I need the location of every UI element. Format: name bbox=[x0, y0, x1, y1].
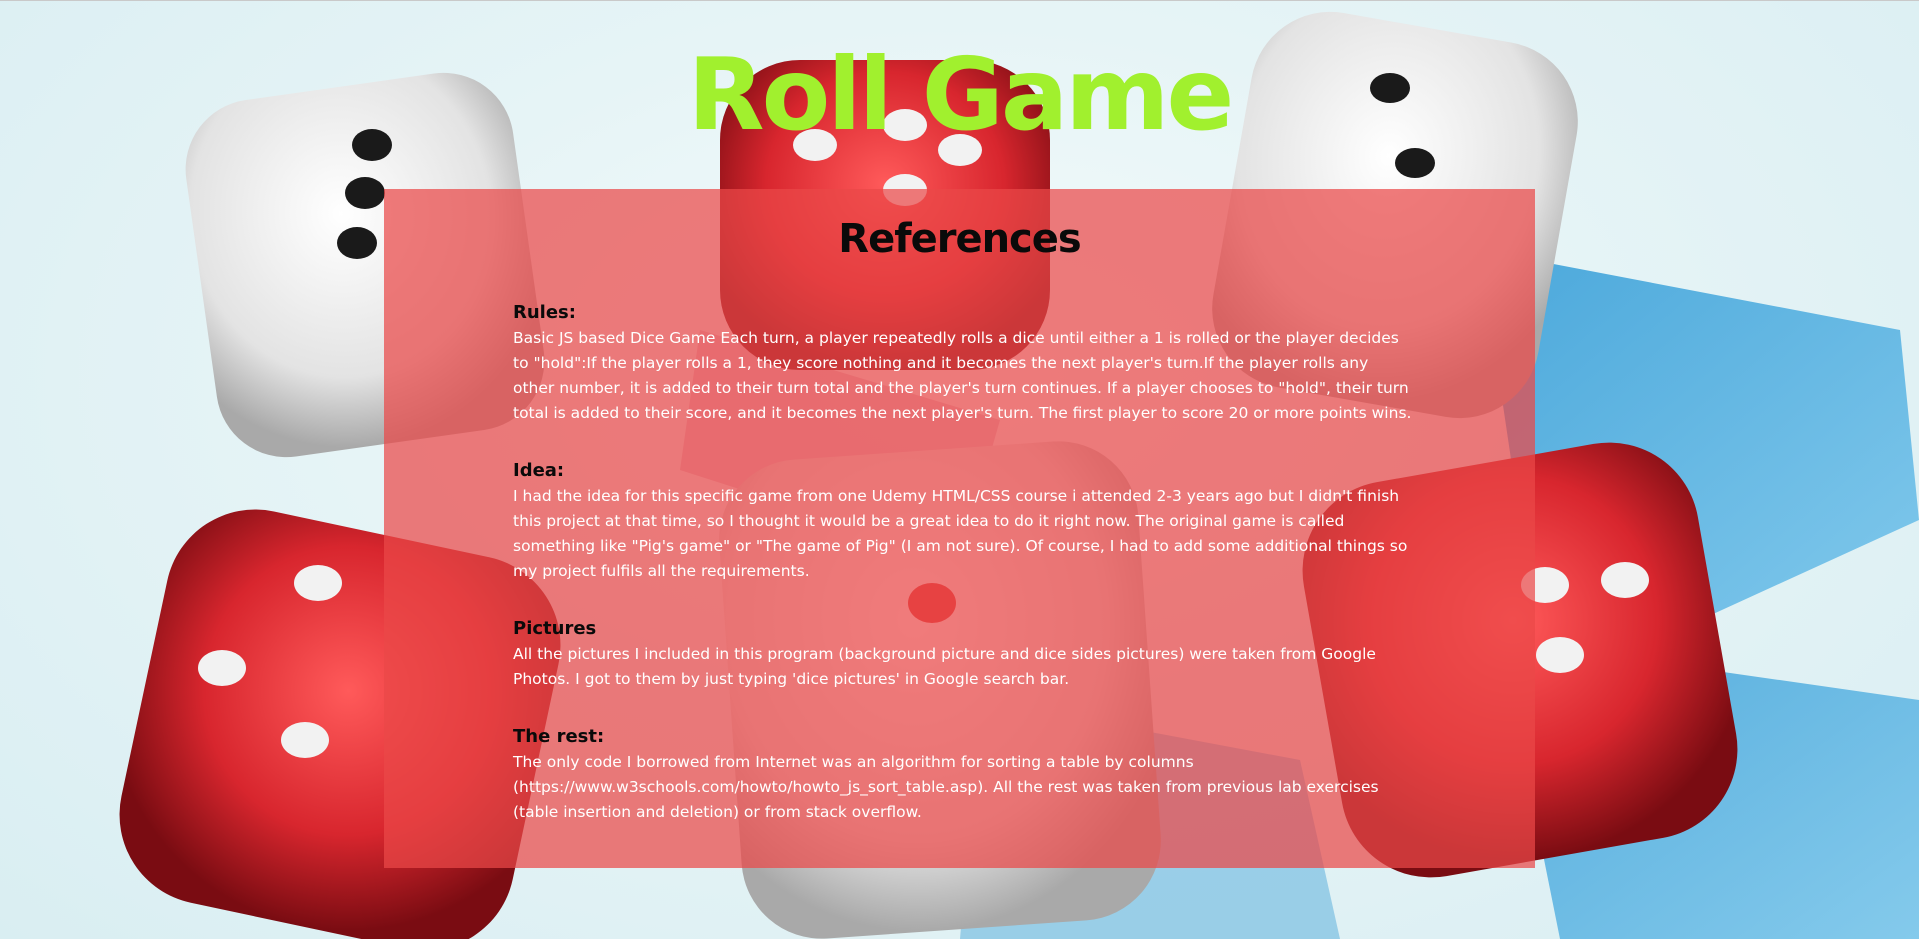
section-title: Idea: bbox=[513, 460, 565, 481]
idea-section: Idea: I had the idea for this specific g… bbox=[513, 458, 1413, 584]
rest-section: The rest: The only code I borrowed from … bbox=[513, 724, 1413, 825]
references-content: Rules: Basic JS based Dice Game Each tur… bbox=[513, 300, 1413, 857]
section-text: The only code I borrowed from Internet w… bbox=[513, 753, 1379, 821]
section-text: All the pictures I included in this prog… bbox=[513, 645, 1376, 688]
references-heading: References bbox=[838, 216, 1081, 262]
references-panel: References Rules: Basic JS based Dice Ga… bbox=[384, 189, 1535, 868]
section-title: Rules: bbox=[513, 302, 576, 323]
rules-section: Rules: Basic JS based Dice Game Each tur… bbox=[513, 300, 1413, 426]
section-title: The rest: bbox=[513, 726, 605, 747]
pictures-section: Pictures All the pictures I included in … bbox=[513, 616, 1413, 692]
section-title: Pictures bbox=[513, 618, 597, 639]
section-text: Basic JS based Dice Game Each turn, a pl… bbox=[513, 329, 1412, 422]
page-title: Roll Game bbox=[687, 36, 1235, 153]
section-text: I had the idea for this specific game fr… bbox=[513, 487, 1408, 580]
page: Roll Game References Rules: Basic JS bas… bbox=[0, 0, 1919, 939]
